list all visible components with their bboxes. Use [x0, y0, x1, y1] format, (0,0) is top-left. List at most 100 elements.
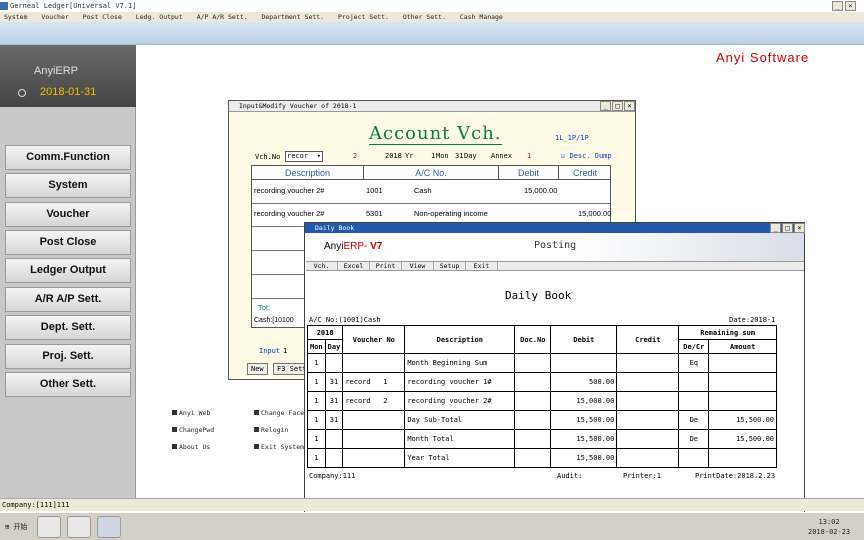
annex-field[interactable]: 1	[527, 152, 531, 160]
cell-amount: 15,500.00	[708, 410, 777, 430]
report-title: Daily Book	[505, 289, 572, 302]
row1-acno[interactable]: 1001	[366, 186, 383, 195]
row1-desc[interactable]: recording voucher 2#	[254, 186, 324, 195]
desc-dump-label: Desc. Dump	[569, 152, 612, 160]
cell-day: 31	[324, 372, 344, 392]
app-title-bar: Gerneal Ledger[Universal V7.1] _ ×	[0, 0, 864, 12]
cell-amount	[708, 448, 777, 468]
menu-department[interactable]: Department Sett.	[261, 13, 324, 21]
new-button[interactable]: New	[247, 363, 268, 375]
menu-ap-ar[interactable]: A/P A/R Sett.	[197, 13, 248, 21]
cell-debit: 15,500.00	[550, 410, 618, 430]
link-anyi-web[interactable]: Anyi Web	[172, 409, 210, 417]
row1-debit[interactable]: 15,000.00	[524, 186, 557, 195]
cell-day	[324, 429, 344, 449]
cell-day: 31	[324, 410, 344, 430]
nav-post-close[interactable]: Post Close	[5, 230, 131, 255]
nav-ledger-output[interactable]: Ledger Output	[5, 258, 131, 283]
footer-company: Company:111	[309, 472, 356, 480]
menu-other[interactable]: Other Sett.	[403, 13, 446, 21]
cell-debit	[550, 353, 618, 373]
year-field[interactable]: 2018	[385, 152, 402, 160]
cell-voucher	[342, 410, 406, 430]
minimize-button[interactable]: _	[832, 1, 843, 11]
view-button[interactable]: View	[402, 262, 434, 271]
print-button[interactable]: Print	[370, 262, 402, 271]
day-header: Day	[324, 339, 344, 354]
vch-button[interactable]: Vch.	[306, 262, 338, 271]
menu-voucher[interactable]: Voucher	[41, 13, 68, 21]
menu-ledg-output[interactable]: Ledg. Output	[136, 13, 183, 21]
report-date: Date:2018-1	[729, 316, 776, 324]
vch-no-label: Vch.No	[255, 153, 281, 161]
nav-comm-function[interactable]: Comm.Function	[5, 145, 131, 170]
cell-dc: De	[678, 410, 710, 430]
daily-maximize-button[interactable]: □	[782, 223, 793, 233]
logo-date: 2018-01-31	[40, 86, 97, 98]
table-row[interactable]: 1 31 record 2 recording voucher 2# 15,000.00	[307, 391, 777, 411]
voucher-window-title: Input&Modify Voucher of 2018-1	[229, 101, 635, 112]
erp-app-icon[interactable]	[97, 516, 121, 538]
table-row[interactable]: 1 31 Day Sub-Total 15,500.00 De 15,500.00	[307, 410, 777, 430]
day-field[interactable]: 31	[455, 152, 463, 160]
link-change-face[interactable]: Change Face	[254, 409, 304, 417]
close-button[interactable]: ×	[845, 1, 856, 11]
link-exit-system[interactable]: Exit System	[254, 443, 304, 451]
cell-desc: recording voucher 1#	[404, 372, 516, 392]
menu-post-close[interactable]: Post Close	[83, 13, 122, 21]
app-title: Gerneal Ledger[Universal V7.1]	[10, 2, 137, 10]
voucher-page: 1L_1P/1P	[555, 134, 589, 142]
vch-no-field[interactable]: 2	[353, 152, 357, 160]
table-row[interactable]: 1 31 record 1 recording voucher 1# 500.00	[307, 372, 777, 392]
cell-amount	[708, 353, 777, 373]
row2-desc[interactable]: recording voucher 2#	[254, 209, 324, 218]
row2-credit[interactable]: 15,000.00	[578, 209, 611, 218]
month-field[interactable]: 1	[431, 152, 435, 160]
cell-dc	[678, 372, 710, 392]
cell-doc	[514, 353, 552, 373]
cell-voucher: record 1	[342, 372, 406, 392]
nav-voucher[interactable]: Voucher	[5, 202, 131, 227]
table-row[interactable]: 1 Month Total 15,500.00 De 15,500.00	[307, 429, 777, 449]
daily-close-button[interactable]: ×	[794, 223, 805, 233]
nav-system[interactable]: System	[5, 173, 131, 198]
setup-button[interactable]: Setup	[434, 262, 466, 271]
cell-vno: 1	[383, 378, 388, 386]
menu-cash-manage[interactable]: Cash Manage	[460, 13, 503, 21]
link-relogin[interactable]: Relogin	[254, 426, 288, 434]
cell-doc	[514, 448, 552, 468]
cell-desc: Month Total	[404, 429, 516, 449]
voucher-maximize-button[interactable]: □	[612, 101, 623, 111]
year-header: 2018	[306, 325, 344, 340]
daily-minimize-button[interactable]: _	[770, 223, 781, 233]
nav-proj[interactable]: Proj. Sett.	[5, 344, 131, 369]
calculator-icon[interactable]	[67, 516, 91, 538]
link-change-pwd[interactable]: ChangePwd	[172, 426, 214, 434]
table-row[interactable]: 1 Year Total 15,500.00	[307, 448, 777, 468]
row2-acno[interactable]: 5301	[366, 209, 383, 218]
windows-icon: ⊞	[5, 523, 10, 531]
start-button[interactable]: ⊞ 开始	[2, 517, 32, 537]
chevron-down-icon: ▾	[316, 152, 321, 160]
table-row[interactable]: 1 Month Beginning Sum Eq	[307, 353, 777, 373]
cell-credit	[616, 448, 680, 468]
cell-doc	[514, 372, 552, 392]
exit-button[interactable]: Exit	[466, 262, 498, 271]
desc-dump-checkbox[interactable]: ☑ Desc. Dump	[561, 152, 612, 160]
vch-type-select[interactable]: recor ▾	[285, 151, 323, 162]
menu-system[interactable]: System	[4, 13, 27, 21]
menu-project[interactable]: Project Sett.	[338, 13, 389, 21]
link-about-us[interactable]: About Us	[172, 443, 210, 451]
nav-ar-ap[interactable]: A/R A/P Sett.	[5, 287, 131, 312]
chrome-icon[interactable]	[37, 516, 61, 538]
nav-other[interactable]: Other Sett.	[5, 372, 131, 397]
excel-button[interactable]: Excel	[338, 262, 370, 271]
daily-header: AnyiERP- V7 Posting	[306, 233, 804, 261]
cell-vtype: record	[345, 378, 371, 386]
credit-header: Credit	[616, 325, 680, 354]
system-clock[interactable]: 13:02 2018-02-23	[808, 517, 850, 537]
nav-dept[interactable]: Dept. Sett.	[5, 315, 131, 340]
voucher-close-button[interactable]: ×	[624, 101, 635, 111]
cell-dc	[678, 391, 710, 411]
voucher-minimize-button[interactable]: _	[600, 101, 611, 111]
